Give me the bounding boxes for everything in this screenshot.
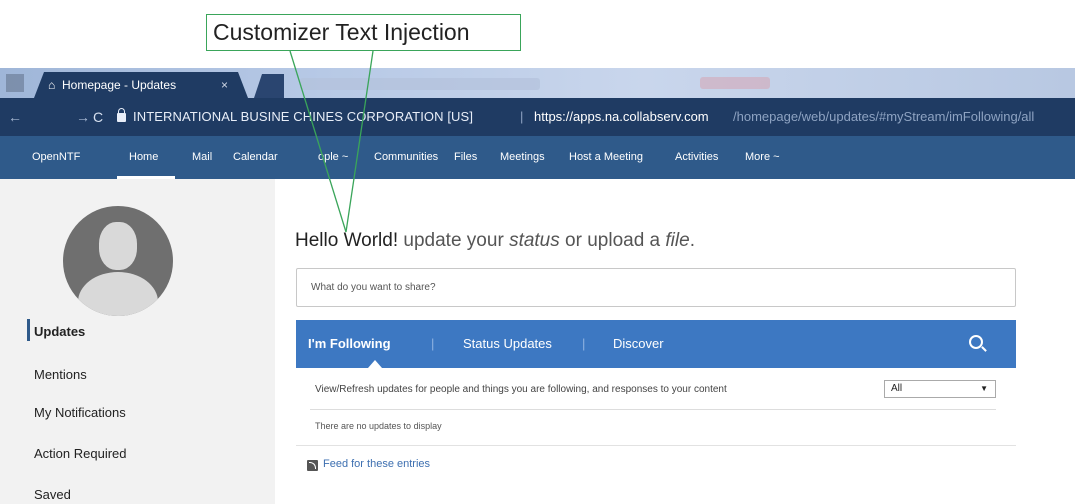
browser-tab-blurred [300,78,540,90]
browser-tab-bar: ⌂ Homepage - Updates × [0,68,1075,98]
tab-discover[interactable]: Discover [613,320,664,368]
nav-item-files[interactable]: Files [454,136,477,179]
browser-tab-title: Homepage - Updates [62,78,177,92]
active-tab-pointer [368,360,382,368]
url-organization: INTERNATIONAL BUSINE CHINES CORPORATION … [133,109,474,124]
tab-separator-1: | [431,336,435,351]
filter-select-value: All [891,383,903,394]
tab-status-updates[interactable]: Status Updates [463,320,552,368]
sidebar: Updates Mentions My Notifications Action… [0,179,275,504]
greeting-or-text: or upload a [559,230,666,251]
reload-icon[interactable]: C [93,98,103,136]
annotation-callout: Customizer Text Injection [206,14,521,51]
divider-bottom [296,445,1016,446]
stream-filter-bar: I'm Following | Status Updates | Discove… [296,320,1016,368]
divider [310,409,996,410]
nav-item-calendar[interactable]: Calendar [233,136,278,179]
empty-state-message: There are no updates to display [315,421,442,431]
browser-tab-homepage[interactable]: ⌂ Homepage - Updates × [34,72,248,98]
greeting-file-link[interactable]: file [665,230,689,251]
share-placeholder: What do you want to share? [311,282,436,293]
lock-icon [117,108,126,122]
avatar-shoulders [78,272,158,316]
chevron-down-icon: ▼ [980,384,988,393]
nav-item-mail[interactable]: Mail [192,136,212,179]
nav-item-home[interactable]: Home [129,136,158,179]
avatar[interactable] [63,206,173,316]
page-greeting: Hello World! update your status or uploa… [295,230,695,252]
greeting-update-text: update your [398,230,510,251]
sidebar-item-my-notifications[interactable]: My Notifications [34,405,126,420]
greeting-status-link[interactable]: status [509,230,560,251]
filter-description: View/Refresh updates for people and thin… [315,384,727,395]
nav-item-openntf[interactable]: OpenNTF [32,136,80,179]
forward-arrow-icon[interactable]: → [76,98,90,136]
nav-item-host-a-meeting[interactable]: Host a Meeting [569,136,643,179]
sidebar-item-mentions[interactable]: Mentions [34,367,87,382]
app-navigation: OpenNTF Home Mail Calendar ople ~ Commun… [0,136,1075,179]
annotation-callout-text: Customizer Text Injection [213,19,470,45]
nav-item-people[interactable]: ople ~ [318,136,348,179]
url-path: /homepage/web/updates/#myStream/imFollow… [733,109,1035,124]
window-menu-icon[interactable] [6,74,24,92]
tab-separator-2: | [582,336,586,351]
url-host: https://apps.na.collabserv.com [534,109,709,124]
nav-item-activities[interactable]: Activities [675,136,718,179]
share-input[interactable]: What do you want to share? [296,268,1016,307]
sidebar-item-saved[interactable]: Saved [34,487,71,502]
nav-item-communities[interactable]: Communities [374,136,438,179]
nav-item-more[interactable]: More ~ [745,136,780,179]
feed-link[interactable]: Feed for these entries [323,458,430,470]
sidebar-active-marker [27,319,30,341]
close-icon[interactable]: × [221,72,228,98]
greeting-injected-text: Hello World! [295,230,399,251]
greeting-end: . [689,230,695,251]
filter-select[interactable]: All ▼ [884,380,996,398]
sidebar-item-updates[interactable]: Updates [34,324,85,339]
sidebar-item-action-required[interactable]: Action Required [34,446,127,461]
avatar-head [99,222,137,270]
browser-tab-new[interactable] [254,74,284,98]
browser-tab-blurred-secondary [700,77,770,89]
browser-address-bar[interactable]: ← → C INTERNATIONAL BUSINE CHINES CORPOR… [0,98,1075,136]
home-icon: ⌂ [48,78,56,92]
back-arrow-icon[interactable]: ← [8,98,22,136]
search-icon[interactable] [969,335,983,349]
nav-item-meetings[interactable]: Meetings [500,136,545,179]
url-separator: | [520,109,524,124]
feed-icon [307,460,318,471]
